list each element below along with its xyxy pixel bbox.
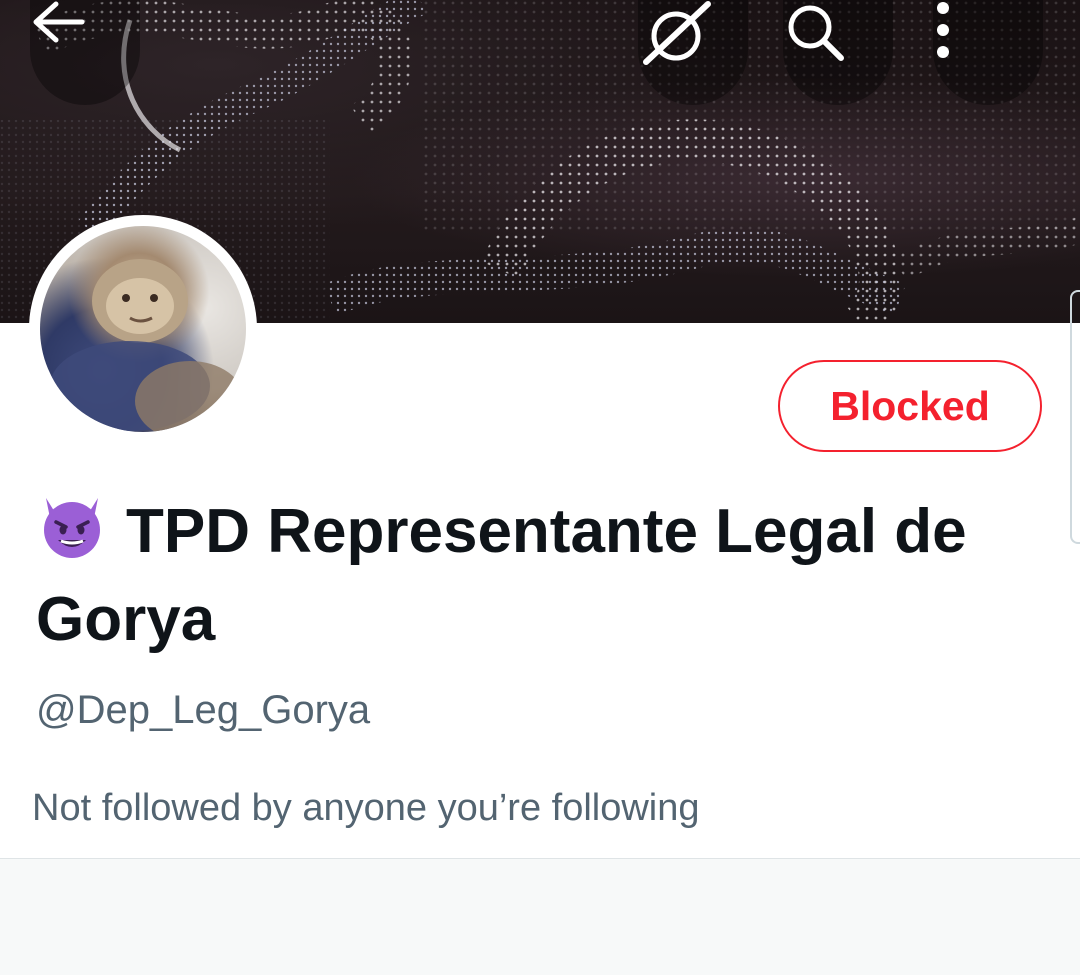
grok-button[interactable] (638, 0, 748, 105)
user-handle: @Dep_Leg_Gorya (36, 688, 371, 732)
smiling-face-with-horns-icon (44, 498, 100, 558)
blocked-button[interactable]: Blocked (778, 360, 1042, 452)
more-vertical-icon (937, 2, 949, 58)
grok-slash-icon (643, 1, 711, 65)
scroll-indicator[interactable] (1070, 290, 1080, 544)
profile-avatar[interactable] (29, 215, 257, 443)
back-button[interactable] (30, 0, 140, 105)
search-icon (788, 5, 844, 61)
display-name-text: TPD Representante Legal de Gorya (36, 497, 967, 654)
profile-page: Blocked TPD Representante Legal de Gorya… (0, 0, 1080, 975)
display-name: TPD Representante Legal de Gorya (36, 488, 1046, 664)
search-button[interactable] (783, 0, 893, 105)
arrow-left-icon (33, 1, 85, 43)
followed-by-text: Not followed by anyone you’re following (32, 787, 700, 829)
avatar-image (40, 226, 246, 432)
more-options-button[interactable] (933, 0, 1043, 105)
content-area (0, 858, 1080, 975)
